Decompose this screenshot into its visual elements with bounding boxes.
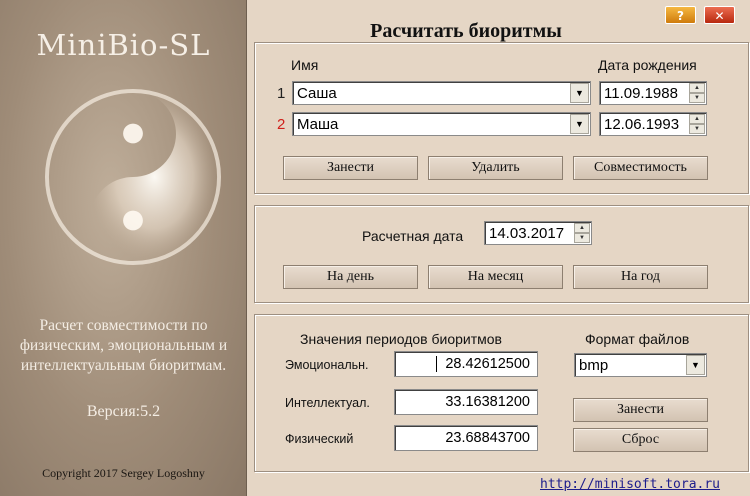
spin-arrows-icon[interactable]: ▲ ▼ [689, 114, 705, 134]
spin-arrows-icon[interactable]: ▲ ▼ [574, 223, 590, 243]
birthdate-header: Дата рождения [598, 57, 697, 73]
app-description: Расчет совместимости по физическим, эмоц… [19, 317, 228, 374]
name-combo-1[interactable]: Саша ▼ [292, 81, 591, 105]
reset-button[interactable]: Сброс [573, 428, 708, 452]
compatibility-button[interactable]: Совместимость [573, 156, 708, 180]
copyright: Copyright 2017 Sergey Logoshny [42, 466, 205, 480]
period-value-emotional[interactable]: 28.42612500 [394, 351, 538, 377]
chevron-down-icon[interactable]: ▼ [686, 355, 705, 375]
spin-arrows-icon[interactable]: ▲ ▼ [689, 83, 705, 103]
birthdate-field-2[interactable]: 12.06.1993 ▲ ▼ [599, 112, 707, 136]
calc-date-field[interactable]: 14.03.2017 ▲ ▼ [484, 221, 592, 245]
app-version: Версия:5.2 [86, 403, 161, 420]
delete-person-button[interactable]: Удалить [428, 156, 563, 180]
app-title: MiniBio-SL [36, 28, 211, 62]
left-panel: MiniBio-SL Расчет совместимости по физич… [0, 0, 247, 496]
name-combo-2[interactable]: Маша ▼ [292, 112, 591, 136]
period-label-intellectual: Интеллектуал. [285, 396, 370, 410]
period-value-intellectual[interactable]: 33.16381200 [394, 389, 538, 415]
file-format-value: bmp [579, 357, 609, 374]
birthdate-value-2: 12.06.1993 [604, 116, 680, 133]
periods-title: Значения периодов биоритмов [300, 331, 502, 347]
period-value-physical[interactable]: 23.68843700 [394, 425, 538, 451]
chevron-down-icon[interactable]: ▼ [570, 83, 589, 103]
per-day-button[interactable]: На день [283, 265, 418, 289]
chevron-down-icon[interactable]: ▼ [570, 114, 589, 134]
row-index-1: 1 [277, 85, 286, 102]
yin-yang-icon [44, 88, 222, 266]
calc-date-label: Расчетная дата [362, 228, 464, 244]
row-index-2: 2 [277, 116, 286, 133]
per-year-button[interactable]: На год [573, 265, 708, 289]
name-combo-2-value: Маша [297, 116, 339, 133]
per-month-button[interactable]: На месяц [428, 265, 563, 289]
save-periods-button[interactable]: Занести [573, 398, 708, 422]
page-title: Расчитать биоритмы [370, 20, 562, 42]
text-caret [436, 356, 437, 372]
birthdate-value-1: 11.09.1988 [604, 85, 678, 102]
close-button[interactable]: ✕ [704, 6, 735, 24]
add-person-button[interactable]: Занести [283, 156, 418, 180]
file-format-title: Формат файлов [585, 331, 690, 347]
birthdate-field-1[interactable]: 11.09.1988 ▲ ▼ [599, 81, 707, 105]
period-label-physical: Физический [285, 432, 354, 446]
file-format-select[interactable]: bmp ▼ [574, 353, 707, 377]
name-combo-1-value: Саша [297, 85, 337, 102]
website-link[interactable]: http://minisoft.tora.ru [540, 477, 720, 492]
name-header: Имя [291, 57, 319, 73]
period-label-emotional: Эмоциональн. [285, 358, 369, 372]
calc-date-value: 14.03.2017 [489, 225, 565, 242]
